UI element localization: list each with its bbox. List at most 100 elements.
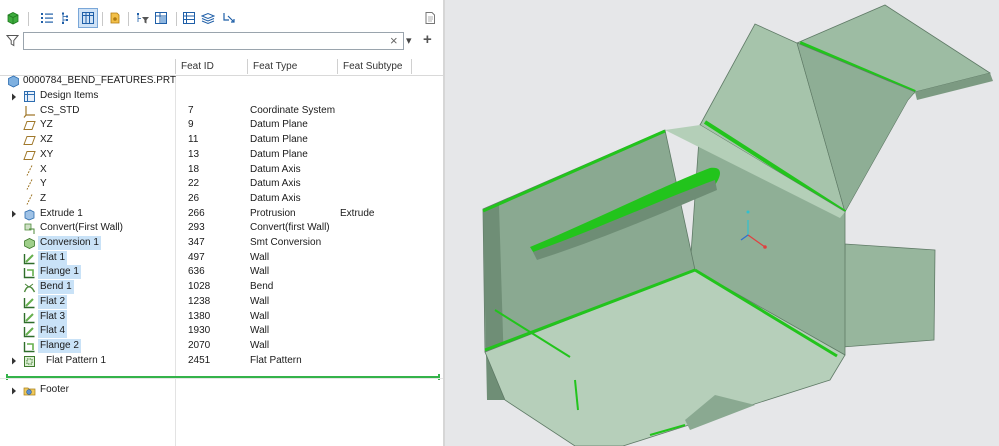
tree-row[interactable]: Bend 1 1028 Bend bbox=[0, 280, 443, 295]
tree-root-row[interactable]: 0000784_BEND_FEATURES.PRT bbox=[0, 74, 443, 89]
add-filter-icon[interactable]: + bbox=[423, 31, 432, 49]
expand-icon[interactable] bbox=[9, 209, 19, 220]
tree-row-label: Flat 1 bbox=[38, 250, 68, 265]
coordinate-system-icon bbox=[23, 105, 36, 118]
tree-row-label: Flat 2 bbox=[38, 294, 68, 309]
tree-row[interactable]: Convert(First Wall) 293 Convert(first Wall… bbox=[0, 221, 443, 236]
feat-id-cell: 1028 bbox=[188, 281, 211, 293]
feat-type-cell: Protrusion bbox=[250, 207, 296, 219]
feat-type-cell: Wall bbox=[250, 251, 270, 263]
graphics-window[interactable] bbox=[445, 0, 999, 446]
list-view-icon[interactable] bbox=[38, 9, 56, 27]
flat-wall-icon bbox=[23, 311, 36, 324]
flat-wall-icon bbox=[23, 252, 36, 265]
tree-row-footer[interactable]: Footer bbox=[0, 383, 443, 398]
layers-icon[interactable] bbox=[199, 9, 217, 27]
tree-row-label: Convert(First Wall) bbox=[40, 222, 123, 234]
datum-plane-icon bbox=[23, 149, 36, 162]
feat-type-cell: Coordinate System bbox=[250, 104, 336, 116]
datum-axis-icon bbox=[23, 178, 36, 191]
tree-columns-icon[interactable] bbox=[58, 9, 76, 27]
feat-id-cell: 11 bbox=[188, 134, 199, 146]
tree-row[interactable]: Flat 3 1380 Wall bbox=[0, 309, 443, 325]
tree-row[interactable]: Flange 2 2070 Wall bbox=[0, 338, 443, 354]
filter-icon[interactable] bbox=[5, 34, 20, 50]
tree-row[interactable]: Z 26 Datum Axis bbox=[0, 192, 443, 207]
model-tree-toolbar bbox=[0, 4, 443, 32]
tree-row-label: CS_STD bbox=[40, 104, 80, 116]
tree-row[interactable]: Flat 1 497 Wall bbox=[0, 250, 443, 266]
model-tree-panel: × ▾ + Feat ID Feat Type Feat Subtype 000… bbox=[0, 0, 443, 446]
feat-type-cell: Wall bbox=[250, 310, 270, 322]
tree-filters-icon[interactable] bbox=[152, 9, 170, 27]
tree-row[interactable]: Y 22 Datum Axis bbox=[0, 177, 443, 192]
model-tree-columns-icon[interactable] bbox=[180, 9, 198, 27]
filter-bar: × ▾ + bbox=[0, 31, 443, 53]
feat-id-cell: 1238 bbox=[188, 295, 211, 307]
tree-row[interactable]: Flat 2 1238 Wall bbox=[0, 294, 443, 310]
filter-settings-icon[interactable] bbox=[134, 9, 152, 27]
tree-row-label: Flange 1 bbox=[38, 265, 81, 280]
feat-id-cell: 13 bbox=[188, 148, 200, 160]
part-icon[interactable] bbox=[4, 9, 22, 27]
tree-row-label: YZ bbox=[40, 119, 53, 131]
feat-id-cell: 497 bbox=[188, 251, 205, 263]
tree-root-label: 0000784_BEND_FEATURES.PRT bbox=[23, 75, 177, 86]
tree-row[interactable]: XY 13 Datum Plane bbox=[0, 148, 443, 163]
flange-wall-icon bbox=[23, 340, 36, 353]
expand-icon[interactable] bbox=[9, 91, 19, 102]
show-columns-icon[interactable] bbox=[78, 8, 98, 28]
feat-subtype-cell: Extrude bbox=[340, 207, 375, 219]
datum-plane-icon bbox=[23, 119, 36, 132]
flat-wall-icon bbox=[23, 296, 36, 309]
tree-row[interactable]: YZ 9 Datum Plane bbox=[0, 118, 443, 133]
feat-type-cell: Wall bbox=[250, 325, 270, 337]
feat-id-cell: 1380 bbox=[188, 310, 211, 322]
column-feat-subtype[interactable]: Feat Subtype bbox=[337, 57, 411, 75]
feat-id-cell: 1930 bbox=[188, 325, 211, 337]
feat-type-cell: Datum Plane bbox=[250, 119, 308, 131]
tree-row-label: Y bbox=[40, 178, 47, 190]
feat-id-cell: 636 bbox=[188, 266, 205, 278]
tree-row[interactable]: CS_STD 7 Coordinate System bbox=[0, 104, 443, 119]
tree-row[interactable]: Extrude 1 266 Protrusion Extrude bbox=[0, 207, 443, 222]
tree-row[interactable]: Design Items bbox=[0, 89, 443, 104]
feat-id-cell: 266 bbox=[188, 207, 205, 219]
filter-dropdown-icon[interactable]: ▾ bbox=[406, 33, 412, 49]
tree-row-label: Flat Pattern 1 bbox=[46, 354, 107, 366]
feat-type-cell: Convert(first Wall) bbox=[250, 222, 330, 234]
column-feat-id[interactable]: Feat ID bbox=[175, 57, 247, 75]
feat-type-cell: Wall bbox=[250, 266, 270, 278]
tree-row-label: Flat 3 bbox=[38, 309, 68, 324]
feat-id-cell: 7 bbox=[188, 104, 194, 116]
tree-row[interactable]: Flat 4 1930 Wall bbox=[0, 324, 443, 339]
tree-row-label: XZ bbox=[40, 134, 53, 146]
footer-icon bbox=[23, 384, 36, 397]
tree-row-label: XY bbox=[40, 148, 54, 160]
tree-row-label: Footer bbox=[40, 384, 69, 395]
tree-row[interactable]: XZ 11 Datum Plane bbox=[0, 133, 443, 148]
settings-icon[interactable] bbox=[106, 9, 124, 27]
expand-icon[interactable] bbox=[9, 356, 19, 367]
flat-pattern-icon bbox=[23, 355, 36, 368]
flange-wall-icon bbox=[23, 266, 36, 279]
feat-id-cell: 9 bbox=[188, 119, 194, 131]
conversion-icon bbox=[23, 237, 36, 250]
tree-row[interactable]: Conversion 1 347 Smt Conversion bbox=[0, 236, 443, 251]
expand-icon[interactable] bbox=[9, 385, 19, 396]
tree-row-label: Design Items bbox=[40, 90, 99, 101]
feat-type-cell: Wall bbox=[250, 339, 270, 351]
feat-type-cell: Bend bbox=[250, 281, 274, 293]
notes-icon[interactable] bbox=[421, 9, 439, 27]
column-name[interactable] bbox=[0, 57, 175, 75]
column-feat-type[interactable]: Feat Type bbox=[247, 57, 337, 75]
tree-row[interactable]: X 18 Datum Axis bbox=[0, 163, 443, 178]
highlight-icon[interactable] bbox=[220, 9, 238, 27]
tree-row[interactable]: Flange 1 636 Wall bbox=[0, 265, 443, 280]
tree-row[interactable]: Flat Pattern 1 2451 Flat Pattern bbox=[0, 354, 443, 369]
tree-row-label: Flange 2 bbox=[38, 338, 81, 353]
clear-filter-icon[interactable]: × bbox=[390, 33, 398, 49]
tree-row-label: Flat 4 bbox=[38, 324, 68, 339]
filter-input[interactable] bbox=[23, 32, 404, 50]
tree-row-label: Z bbox=[40, 192, 47, 204]
